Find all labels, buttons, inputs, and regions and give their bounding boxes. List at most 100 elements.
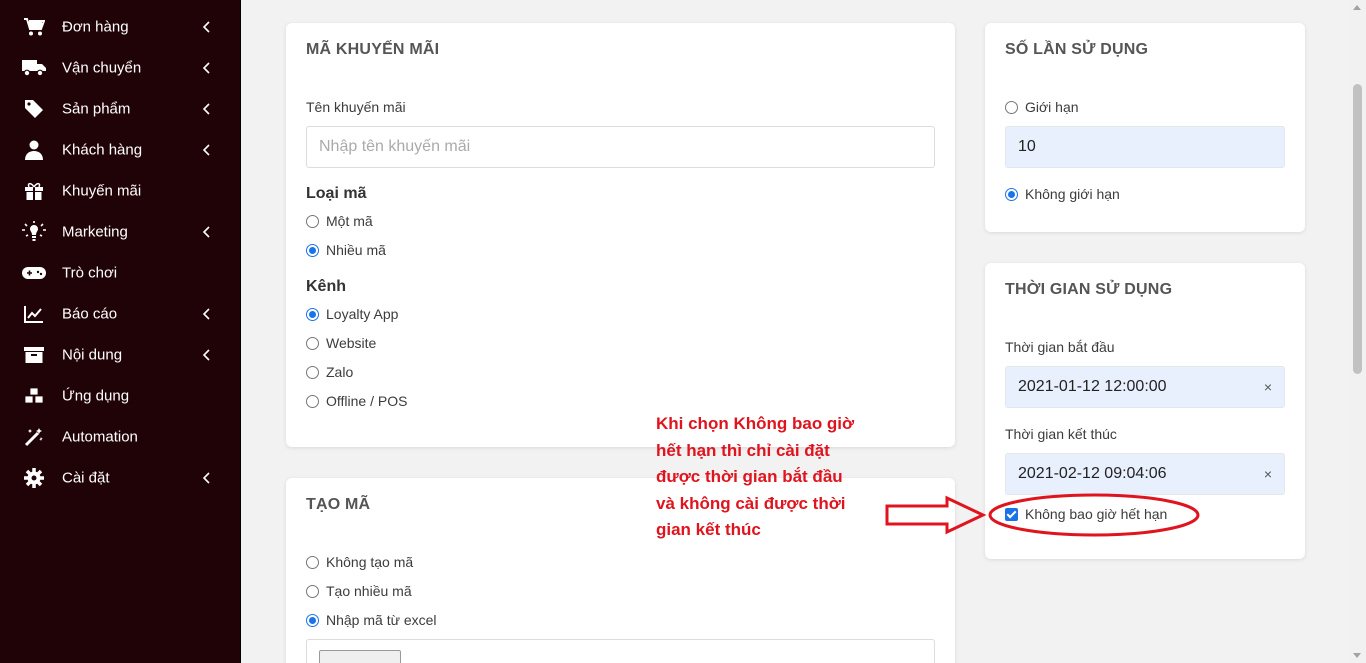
radio-circle [306, 584, 319, 598]
cart-icon [22, 16, 46, 38]
lightbulb-icon [22, 220, 46, 243]
gamepad-icon [22, 262, 46, 284]
scroll-down-arrow-icon[interactable] [1353, 653, 1361, 658]
radio-circle [306, 243, 319, 257]
usage-limit-value: 10 [1018, 138, 1036, 155]
chevron-left-icon [202, 225, 210, 238]
sidebar-item-marketing[interactable]: Marketing [0, 211, 241, 252]
annotation-arrow-icon [885, 495, 987, 535]
scrollbar-thumb[interactable] [1353, 84, 1362, 374]
clear-start-time-icon[interactable]: × [1264, 379, 1272, 395]
chart-line-icon [22, 303, 46, 325]
code-type-label: Loại mã [306, 185, 367, 202]
promo-name-input[interactable]: Nhập tên khuyến mãi [306, 126, 935, 168]
radio-label: Nhập mã từ excel [326, 612, 437, 628]
sidebar-item-orders[interactable]: Đơn hàng [0, 6, 241, 47]
sidebar-item-label: Khách hàng [62, 141, 143, 158]
radio-circle [1005, 187, 1018, 201]
sidebar-item-label: Vận chuyển [62, 59, 142, 76]
annotation-line: được thời gian bắt đầu [656, 467, 843, 486]
usage-count-card: SỐ LẦN SỬ DỤNG Giới hạn 10 Không giới hạ… [985, 23, 1305, 232]
magic-wand-icon [22, 426, 46, 448]
scroll-up-arrow-icon[interactable] [1353, 5, 1361, 10]
promo-name-placeholder: Nhập tên khuyến mãi [319, 138, 471, 155]
file-input[interactable] [306, 639, 935, 663]
sidebar-item-label: Sản phẩm [62, 100, 131, 117]
sidebar-item-customers[interactable]: Khách hàng [0, 129, 241, 170]
card-title: SỐ LẦN SỬ DỤNG [1005, 41, 1149, 58]
radio-circle [306, 214, 319, 228]
sidebar: Đơn hàng Vận chuyển Sản phẩm Khách hàng … [0, 0, 241, 663]
channel-zalo-radio[interactable]: Zalo [306, 364, 353, 380]
radio-label: Một mã [326, 213, 373, 229]
radio-circle [306, 394, 319, 408]
chevron-left-icon [202, 471, 210, 484]
radio-circle [306, 555, 319, 569]
code-type-multiple-radio[interactable]: Nhiều mã [306, 242, 386, 258]
sidebar-item-label: Cài đặt [62, 469, 110, 486]
annotation-line: Khi chọn Không bao giờ [656, 414, 855, 433]
radio-label: Loyalty App [326, 306, 399, 322]
sidebar-item-label: Automation [62, 428, 138, 445]
sidebar-item-reports[interactable]: Báo cáo [0, 293, 241, 334]
annotation-circle [988, 493, 1200, 537]
sidebar-item-promotions[interactable]: Khuyến mãi [0, 170, 241, 211]
annotation-arrow-and-circle [885, 493, 1200, 537]
chevron-left-icon [202, 348, 210, 361]
channel-loyalty-app-radio[interactable]: Loyalty App [306, 306, 398, 322]
annotation-line: gian kết thúc [656, 520, 761, 539]
promo-code-card: MÃ KHUYẾN MÃI Tên khuyến mãi Nhập tên kh… [286, 23, 955, 447]
radio-circle [306, 336, 319, 350]
annotation-note: Khi chọn Không bao giờ hết hạn thì chỉ c… [656, 411, 876, 544]
sidebar-item-content[interactable]: Nội dung [0, 334, 241, 375]
radio-label: Không tạo mã [326, 554, 414, 570]
code-type-single-radio[interactable]: Một mã [306, 213, 373, 229]
sidebar-item-apps[interactable]: Ứng dụng [0, 375, 241, 416]
truck-icon [22, 57, 46, 79]
sidebar-item-settings[interactable]: Cài đặt [0, 457, 241, 498]
usage-limit-radio[interactable]: Giới hạn [1005, 99, 1079, 115]
sidebar-item-label: Khuyến mãi [62, 182, 142, 199]
cubes-icon [22, 385, 46, 407]
radio-label: Zalo [326, 364, 354, 380]
usage-limit-input[interactable]: 10 [1005, 126, 1285, 168]
choose-file-button[interactable] [319, 650, 401, 663]
radio-circle [306, 307, 319, 321]
radio-label: Offline / POS [326, 393, 408, 409]
annotation-line: và không cài được thời [656, 493, 846, 513]
gift-icon [22, 180, 46, 202]
card-title: TẠO MÃ [306, 496, 371, 513]
channel-offline-pos-radio[interactable]: Offline / POS [306, 393, 407, 409]
radio-circle [306, 613, 319, 627]
sidebar-item-products[interactable]: Sản phẩm [0, 88, 241, 129]
sidebar-item-games[interactable]: Trò chơi [0, 252, 241, 293]
chevron-left-icon [202, 102, 210, 115]
radio-circle [306, 365, 319, 379]
no-code-radio[interactable]: Không tạo mã [306, 554, 413, 570]
annotation-line: hết hạn thì chỉ cài đặt [656, 440, 830, 460]
usage-unlimited-radio[interactable]: Không giới hạn [1005, 186, 1120, 202]
chevron-left-icon [202, 143, 210, 156]
sidebar-item-shipping[interactable]: Vận chuyển [0, 47, 241, 88]
radio-label: Tạo nhiều mã [326, 583, 412, 599]
channel-label: Kênh [306, 278, 346, 295]
import-excel-radio[interactable]: Nhập mã từ excel [306, 612, 437, 628]
clear-end-time-icon[interactable]: × [1264, 466, 1272, 482]
generate-multiple-radio[interactable]: Tạo nhiều mã [306, 583, 412, 599]
start-time-input[interactable]: 2021-01-12 12:00:00 × [1005, 366, 1285, 408]
radio-circle [1005, 100, 1018, 114]
start-time-label: Thời gian bắt đầu [1005, 339, 1115, 355]
archive-icon [22, 344, 46, 366]
end-time-input[interactable]: 2021-02-12 09:04:06 × [1005, 453, 1285, 495]
radio-label: Nhiều mã [326, 242, 386, 258]
sidebar-item-automation[interactable]: Automation [0, 416, 241, 457]
channel-website-radio[interactable]: Website [306, 335, 376, 351]
radio-label: Giới hạn [1025, 99, 1079, 115]
start-time-value: 2021-01-12 12:00:00 [1018, 378, 1167, 395]
page-scrollbar[interactable] [1349, 0, 1366, 663]
radio-label: Không giới hạn [1025, 186, 1120, 202]
tag-icon [22, 98, 46, 120]
end-time-label: Thời gian kết thúc [1005, 426, 1117, 442]
card-title: THỜI GIAN SỬ DỤNG [1005, 281, 1173, 298]
chevron-left-icon [202, 20, 210, 33]
